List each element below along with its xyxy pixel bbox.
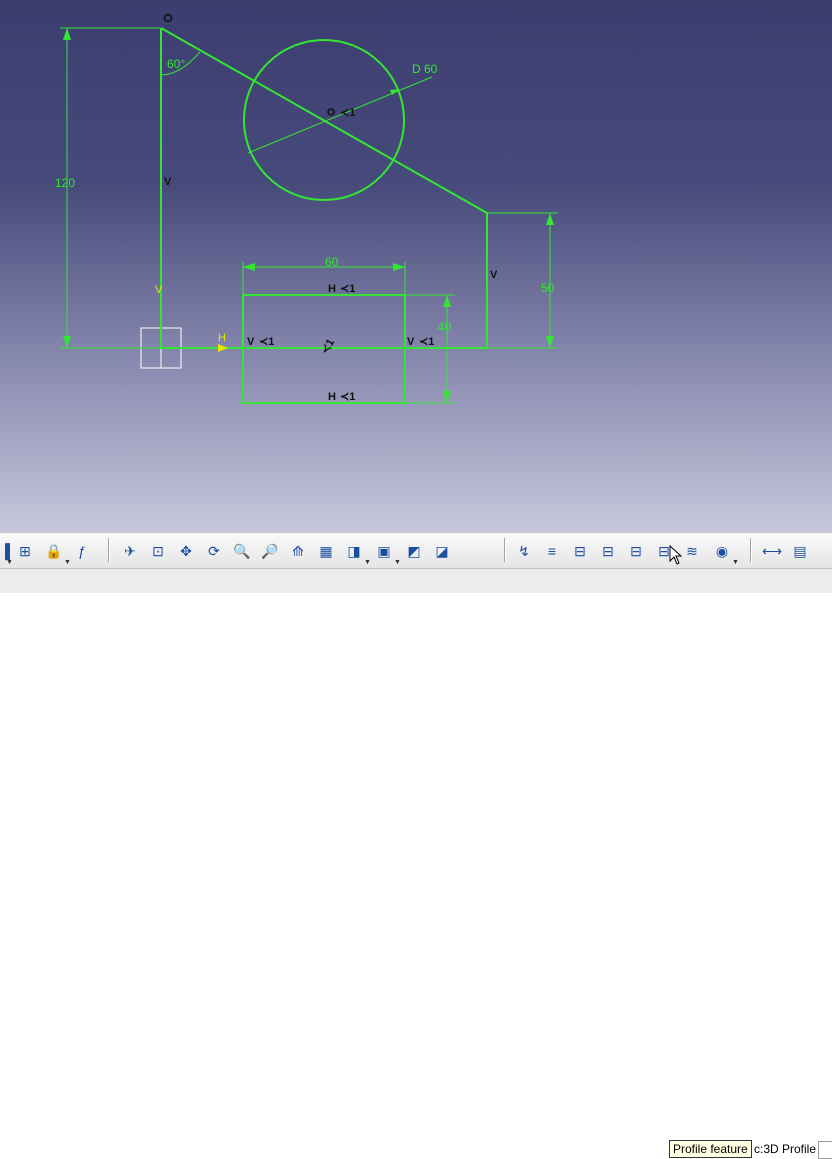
bottom-toolbar: ▌ ▼ ⊞ 🔒 ▼ ƒ ✈ ⊡ ✥ ⟳ 🔍 🔎 ⟰ ▦ ◨ ▼ ▣ ▼ ◩ ◪ … <box>0 532 832 569</box>
chevron-down-icon[interactable]: ▼ <box>64 559 71 566</box>
h-axis-label: H <box>218 332 226 344</box>
constraint-v-rect-left: V <box>247 336 255 348</box>
mouse-cursor-icon <box>669 545 683 565</box>
constraint-v-left: V <box>164 176 172 188</box>
profile-3-icon[interactable]: ⊟ <box>626 541 646 561</box>
width-60-dim[interactable]: 60 <box>325 255 339 269</box>
profile-2-icon[interactable]: ⊟ <box>598 541 618 561</box>
dim120-arrow-bottom <box>63 336 71 348</box>
constraint-fix-center: ≺1 <box>319 337 337 356</box>
dim120-arrow-top <box>63 28 71 40</box>
fit-all-icon[interactable]: ⊡ <box>148 541 168 561</box>
zoom-in-icon[interactable]: 🔍 <box>232 541 252 561</box>
surface-icon[interactable]: ≋ <box>682 541 702 561</box>
constraint-fix-rect-right: ≺1 <box>419 336 434 348</box>
angle-ext <box>160 27 201 51</box>
vertex-marker <box>163 13 173 23</box>
fly-icon[interactable]: ✈ <box>120 541 140 561</box>
sketch-canvas[interactable]: D 60 60° 120 60 40 50 V V H ≺1 H ≺1 V ≺1… <box>0 0 832 532</box>
h-axis-arrow <box>218 344 228 352</box>
sketch-viewport[interactable]: D 60 60° 120 60 40 50 V V H ≺1 H ≺1 V ≺1… <box>0 0 832 532</box>
toolbar-separator <box>108 538 110 562</box>
swap-space-icon[interactable]: ◪ <box>432 541 452 561</box>
constraint-h-top: H <box>328 283 336 295</box>
pad-icon[interactable]: ▤ <box>790 541 810 561</box>
chevron-down-icon[interactable]: ▼ <box>6 559 13 566</box>
analysis-tools-icon[interactable]: ◉ <box>712 541 732 561</box>
constraint-fix-top: ≺1 <box>340 283 355 295</box>
toolbar-separator <box>504 538 506 562</box>
height-120-dim[interactable]: 120 <box>55 176 75 190</box>
constraint-icon[interactable]: ≡ <box>542 541 562 561</box>
toolbar-separator <box>750 538 752 562</box>
height-50-dim[interactable]: 50 <box>541 281 555 295</box>
rotate-icon[interactable]: ⟳ <box>204 541 224 561</box>
shading-icon[interactable]: ▣ <box>374 541 394 561</box>
sketch-tools-icon[interactable]: ↯ <box>514 541 534 561</box>
chevron-down-icon[interactable]: ▼ <box>394 559 401 566</box>
v-axis-label: V <box>155 284 163 296</box>
angle-dim[interactable]: 60° <box>167 57 185 71</box>
normal-view-icon[interactable]: ⟰ <box>288 541 308 561</box>
status-bar: Profile feature c:3D Profile <box>0 568 832 1159</box>
constraint-fix-circle: ≺1 <box>340 107 355 119</box>
profile-1-icon[interactable]: ⊟ <box>570 541 590 561</box>
hide-show-icon[interactable]: ◩ <box>404 541 424 561</box>
constraint-h-bottom: H <box>328 391 336 403</box>
analysis-icon[interactable]: ⊞ <box>15 541 35 561</box>
constraint-fix-bottom: ≺1 <box>340 391 355 403</box>
dim60-arrow-right <box>393 263 405 271</box>
dim40-arrow-top <box>443 295 451 307</box>
center-marker <box>327 108 335 116</box>
diameter-dim[interactable]: D 60 <box>412 62 438 76</box>
dim50-arrow-top <box>546 213 554 225</box>
lock-icon[interactable]: 🔒 <box>44 541 64 561</box>
chevron-down-icon[interactable]: ▼ <box>732 559 739 566</box>
dim40-arrow-bottom <box>443 391 451 403</box>
zoom-out-icon[interactable]: 🔎 <box>260 541 280 561</box>
height-40-dim[interactable]: 40 <box>438 320 452 334</box>
constraint-fix-rect-left: ≺1 <box>259 336 274 348</box>
main-profile[interactable] <box>160 27 488 349</box>
command-label: c:3D Profile <box>754 1142 817 1156</box>
constraint-v-rect-right: V <box>407 336 415 348</box>
dim60-arrow-left <box>243 263 255 271</box>
formula-icon[interactable]: ƒ <box>72 541 92 561</box>
measure-icon[interactable]: ⟷ <box>762 541 782 561</box>
chevron-down-icon[interactable]: ▼ <box>364 559 371 566</box>
constraint-v-right: V <box>490 269 498 281</box>
multi-view-icon[interactable]: ▦ <box>316 541 336 561</box>
tooltip: Profile feature <box>669 1140 752 1158</box>
iso-view-icon[interactable]: ◨ <box>344 541 364 561</box>
pan-icon[interactable]: ✥ <box>176 541 196 561</box>
dim50-arrow-bottom <box>546 336 554 348</box>
command-input[interactable] <box>818 1141 832 1159</box>
